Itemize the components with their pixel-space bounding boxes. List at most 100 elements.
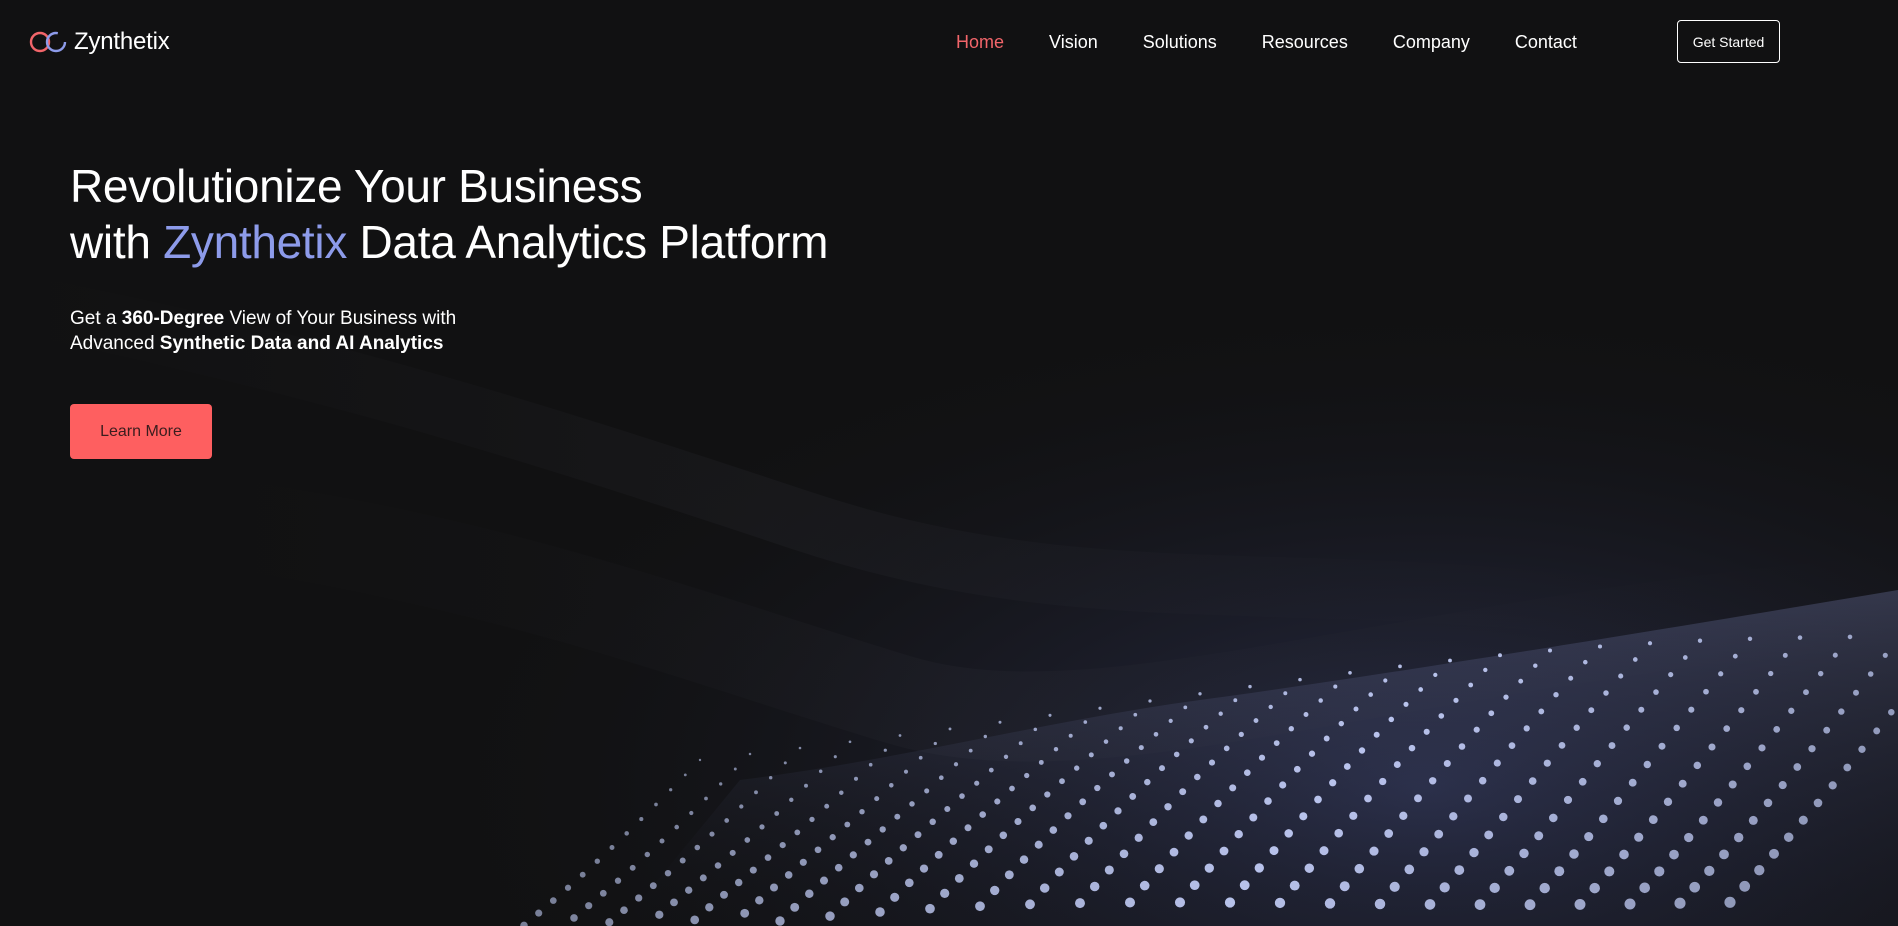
particle-dot xyxy=(1249,813,1258,822)
particle-dot xyxy=(698,758,702,762)
particle-dot xyxy=(594,858,600,864)
learn-more-button[interactable]: Learn More xyxy=(70,404,212,459)
nav-link-vision[interactable]: Vision xyxy=(1049,30,1098,54)
particle-dot xyxy=(1778,781,1787,790)
particle-dot xyxy=(1478,776,1487,785)
nav-link-contact[interactable]: Contact xyxy=(1515,30,1577,54)
particle-dot xyxy=(1638,706,1645,713)
particle-dot xyxy=(1019,855,1029,864)
particle-dot xyxy=(1304,863,1315,873)
particle-dot xyxy=(1843,763,1852,772)
particle-dot xyxy=(1069,852,1079,861)
hero-subtitle-text: Get a xyxy=(70,308,122,329)
particle-dot xyxy=(564,884,572,891)
particle-dot xyxy=(1697,638,1703,643)
particle-dot xyxy=(535,909,543,917)
particle-dot xyxy=(849,851,857,859)
particle-dot xyxy=(1329,779,1337,787)
particle-dot xyxy=(1018,741,1023,746)
particle-dot xyxy=(1418,687,1424,692)
particle-dot xyxy=(1793,763,1802,771)
nav-link-company[interactable]: Company xyxy=(1393,30,1470,54)
particle-dot xyxy=(1724,896,1736,908)
particle-dot xyxy=(1753,688,1759,695)
particle-dot xyxy=(1269,846,1279,856)
particle-dot xyxy=(925,903,935,914)
particle-dot xyxy=(1464,794,1472,803)
particle-dot xyxy=(1299,812,1308,821)
particle-dot xyxy=(1384,829,1394,838)
particle-dot xyxy=(1219,846,1229,856)
particle-dot xyxy=(1003,754,1009,759)
particle-dot xyxy=(1739,880,1751,892)
particle-dot xyxy=(1234,829,1243,839)
particle-dot xyxy=(919,864,929,873)
particle-dot xyxy=(759,824,765,830)
particle-dot xyxy=(1114,807,1122,815)
particle-dot xyxy=(868,762,873,767)
brand-logo-link[interactable]: Zynthetix xyxy=(28,28,170,56)
particle-dot xyxy=(798,746,802,750)
particle-dot xyxy=(1798,815,1808,825)
particle-dot xyxy=(724,818,730,823)
particle-dot xyxy=(664,869,672,877)
particle-dot xyxy=(809,816,815,823)
particle-dot xyxy=(1689,881,1701,893)
particle-dot xyxy=(549,897,557,904)
particle-dot xyxy=(1713,798,1723,807)
particle-dot xyxy=(1139,880,1150,891)
particle-dot xyxy=(579,871,586,878)
particle-dot xyxy=(1768,670,1774,677)
particle-dot xyxy=(1238,731,1244,738)
particle-dot xyxy=(1098,706,1102,710)
hero-title: Revolutionize Your Business with Zynthet… xyxy=(70,158,828,270)
particle-dot xyxy=(1782,652,1788,658)
particle-dot xyxy=(1184,831,1193,840)
particle-dot xyxy=(859,808,865,815)
particle-dot xyxy=(1817,670,1824,677)
particle-dot xyxy=(1669,849,1679,860)
particle-dot xyxy=(1389,881,1400,892)
particle-dot xyxy=(1743,762,1752,771)
get-started-button[interactable]: Get Started xyxy=(1677,20,1780,63)
particle-dot xyxy=(1498,653,1502,658)
particle-dot xyxy=(799,858,807,866)
particle-dot xyxy=(1099,821,1108,830)
particle-dot xyxy=(654,802,658,807)
particle-dot xyxy=(1543,759,1551,767)
particle-dot xyxy=(814,846,822,854)
particle-dot xyxy=(1374,898,1386,910)
nav-link-resources[interactable]: Resources xyxy=(1262,30,1348,54)
particle-dot xyxy=(1039,883,1050,893)
particle-dot xyxy=(1203,724,1209,730)
particle-dot xyxy=(1424,899,1436,910)
particle-dot xyxy=(1773,726,1781,733)
nav-link-home[interactable]: Home xyxy=(956,30,1004,54)
particle-dot xyxy=(1289,880,1300,891)
particle-dot xyxy=(659,838,665,844)
particle-dot xyxy=(1547,648,1553,653)
particle-dot xyxy=(1513,795,1523,804)
particle-dot xyxy=(1398,664,1402,669)
nav-link-solutions[interactable]: Solutions xyxy=(1143,30,1217,54)
particle-dot xyxy=(1618,673,1624,679)
particle-dot xyxy=(1734,832,1744,843)
particle-dot xyxy=(1138,745,1144,751)
particle-dot xyxy=(1608,742,1616,750)
particle-dot xyxy=(1613,796,1623,806)
particle-dot xyxy=(1283,691,1288,696)
particle-dot xyxy=(1867,671,1874,677)
particle-dot xyxy=(629,864,636,871)
particle-dot xyxy=(853,776,859,781)
particle-dot xyxy=(949,837,958,845)
particle-dot xyxy=(690,915,700,925)
particle-dot xyxy=(1588,707,1595,714)
particle-dot xyxy=(1508,742,1516,749)
particle-dot xyxy=(1239,880,1250,891)
particle-dot xyxy=(1449,812,1458,821)
particle-dot xyxy=(988,767,994,773)
particle-dot xyxy=(744,837,751,843)
particle-dot xyxy=(1558,742,1566,749)
particle-dot xyxy=(968,748,973,753)
particle-dot xyxy=(1168,718,1173,724)
